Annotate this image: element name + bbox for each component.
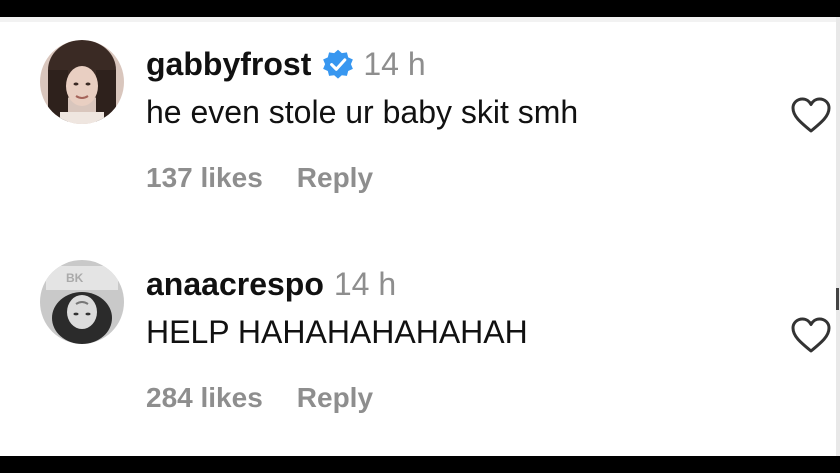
comment-text: HELP HAHAHAHAHAHAH xyxy=(146,314,528,350)
heart-outline-icon[interactable] xyxy=(790,316,832,354)
avatar[interactable]: BK xyxy=(40,260,124,344)
top-frame-bar xyxy=(0,0,840,17)
verified-badge-icon xyxy=(321,48,355,82)
svg-text:BK: BK xyxy=(66,271,84,285)
timestamp: 14 h xyxy=(363,46,426,82)
likes-count[interactable]: 137 likes xyxy=(146,162,263,194)
top-frame-edge xyxy=(0,17,840,22)
username[interactable]: anaacrespo xyxy=(146,266,324,303)
avatar[interactable] xyxy=(40,40,124,124)
comment-text: he even stole ur baby skit smh xyxy=(146,94,579,130)
scrollbar-track[interactable] xyxy=(836,17,840,456)
username[interactable]: gabbyfrost xyxy=(146,46,311,83)
scrollbar-thumb[interactable] xyxy=(836,288,839,310)
timestamp: 14 h xyxy=(333,266,397,302)
reply-button[interactable]: Reply xyxy=(297,382,373,414)
bottom-frame-bar xyxy=(0,456,840,473)
likes-count[interactable]: 284 likes xyxy=(146,382,263,414)
reply-button[interactable]: Reply xyxy=(297,162,373,194)
heart-outline-icon[interactable] xyxy=(790,96,832,134)
